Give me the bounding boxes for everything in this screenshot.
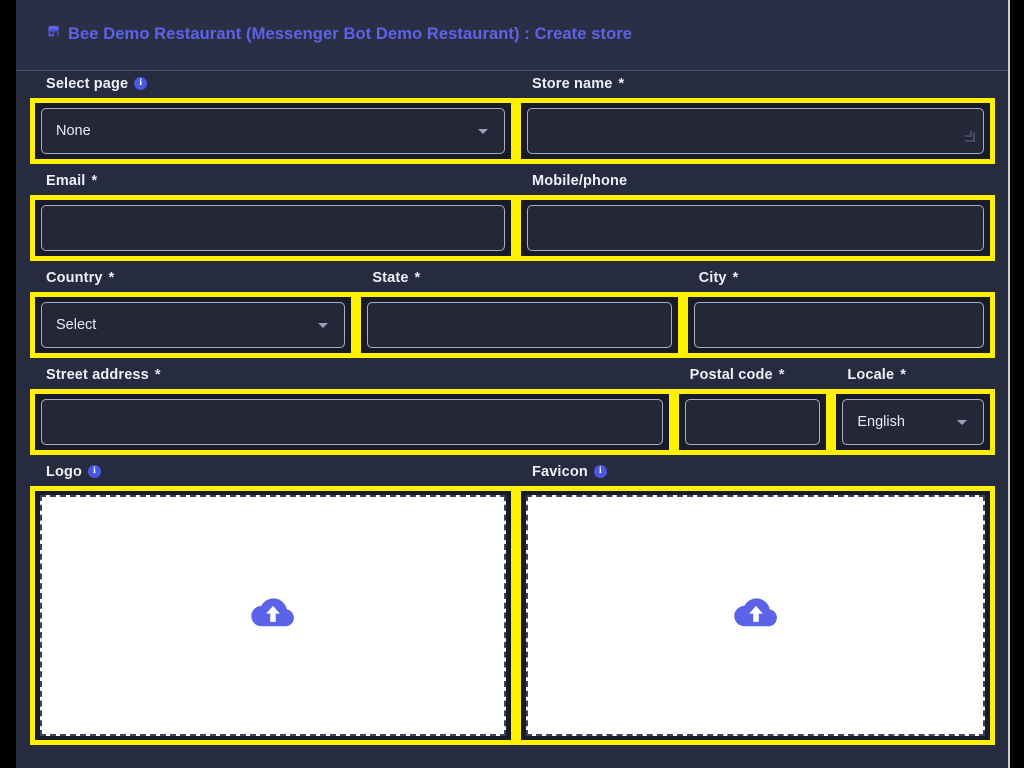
- label-logo: Logo i: [30, 459, 516, 486]
- highlight-box-store-name: [516, 98, 995, 164]
- label-select-page: Select page i: [30, 71, 516, 98]
- label-store-name: Store name *: [516, 71, 995, 98]
- highlight-box-favicon: [516, 486, 995, 745]
- label-text: Street address: [46, 367, 149, 383]
- required-marker: *: [900, 367, 906, 383]
- required-marker: *: [732, 270, 739, 286]
- label-text: Mobile/phone: [532, 173, 628, 189]
- form-field-logo: Logo i: [30, 459, 516, 745]
- label-email: Email *: [30, 168, 516, 195]
- highlight-box-city: [682, 292, 996, 358]
- label-text: Favicon: [532, 464, 588, 480]
- select-select-page[interactable]: None: [41, 108, 505, 154]
- highlight-box-mobile-phone: [516, 195, 995, 261]
- upload-dropzone-logo[interactable]: [40, 495, 506, 736]
- input-mobile-phone[interactable]: [527, 205, 984, 251]
- input-street-address[interactable]: [41, 399, 663, 445]
- required-marker: *: [154, 367, 161, 383]
- form-row: Logo i Favicon i: [30, 459, 995, 745]
- input-email[interactable]: [41, 205, 505, 251]
- label-city: City *: [683, 265, 995, 292]
- select-locale[interactable]: English: [842, 399, 984, 445]
- input-city[interactable]: [693, 302, 985, 348]
- scrollbar[interactable]: [1008, 0, 1010, 768]
- form-field-mobile-phone: Mobile/phone: [516, 168, 995, 261]
- label-text: Country: [46, 270, 103, 286]
- highlight-box-logo: [30, 486, 516, 745]
- label-text: Email: [46, 173, 86, 189]
- form-field-state: State *: [356, 265, 683, 358]
- required-marker: *: [108, 270, 115, 286]
- form-field-email: Email *: [30, 168, 516, 261]
- input-postal-code[interactable]: [684, 399, 821, 445]
- form-field-city: City *: [682, 265, 996, 358]
- screen-root: Bee Demo Restaurant (Messenger Bot Demo …: [0, 0, 1024, 768]
- highlight-box-locale: English: [831, 389, 995, 455]
- create-store-form: Select page i None Store name * Email * Mobile/…: [16, 71, 1009, 745]
- chevron-down-icon[interactable]: [478, 128, 488, 134]
- highlight-box-select-page: None: [30, 98, 516, 164]
- required-marker: *: [618, 76, 625, 92]
- info-icon[interactable]: i: [134, 77, 148, 90]
- form-row: Email * Mobile/phone: [30, 168, 995, 261]
- resize-grip-icon[interactable]: [965, 130, 975, 142]
- form-field-postal-code: Postal code *: [673, 362, 832, 455]
- breadcrumb: Bee Demo Restaurant (Messenger Bot Demo …: [46, 24, 632, 44]
- highlight-box-email: [30, 195, 516, 261]
- label-text: Postal code: [689, 367, 773, 383]
- label-country: Country *: [30, 265, 356, 292]
- cloud-upload-icon[interactable]: [250, 593, 296, 638]
- label-text: Logo: [46, 464, 83, 480]
- required-marker: *: [778, 367, 785, 383]
- highlight-box-street-address: [30, 389, 674, 455]
- label-mobile-phone: Mobile/phone: [516, 168, 995, 195]
- form-field-favicon: Favicon i: [516, 459, 995, 745]
- value-text: English: [857, 414, 905, 430]
- form-row: Street address * Postal code * Locale * Englis…: [30, 362, 995, 455]
- label-text: Store name: [532, 76, 613, 92]
- input-state[interactable]: [367, 302, 672, 348]
- value-text: None: [56, 123, 91, 139]
- required-marker: *: [91, 173, 98, 189]
- label-state: State *: [356, 265, 682, 292]
- value-text: Select: [56, 317, 97, 333]
- form-row: Select page i None Store name *: [30, 71, 995, 164]
- highlight-box-postal-code: [673, 389, 832, 455]
- label-postal-code: Postal code *: [674, 362, 832, 389]
- label-text: State: [372, 270, 409, 286]
- required-marker: *: [414, 270, 421, 286]
- label-favicon: Favicon i: [516, 459, 995, 486]
- app-viewport: Bee Demo Restaurant (Messenger Bot Demo …: [16, 0, 1009, 768]
- highlight-box-country: Select: [30, 292, 357, 358]
- label-text: City: [698, 270, 727, 286]
- cloud-upload-icon[interactable]: [733, 593, 779, 638]
- form-row: Country * Select State * City *: [30, 265, 996, 358]
- select-country[interactable]: Select: [41, 302, 346, 348]
- label-locale: Locale *: [831, 362, 995, 389]
- form-field-store-name: Store name *: [516, 71, 995, 164]
- input-store-name[interactable]: [527, 108, 984, 154]
- label-street-address: Street address *: [30, 362, 674, 389]
- page-header: Bee Demo Restaurant (Messenger Bot Demo …: [16, 0, 1009, 71]
- page-title: Bee Demo Restaurant (Messenger Bot Demo …: [68, 24, 633, 43]
- label-text: Select page: [46, 76, 129, 92]
- info-icon[interactable]: i: [88, 465, 102, 478]
- info-icon[interactable]: i: [593, 465, 607, 478]
- label-text: Locale: [847, 367, 895, 383]
- highlight-box-state: [356, 292, 683, 358]
- form-field-street-address: Street address *: [30, 362, 674, 455]
- form-field-select-page: Select page i None: [30, 71, 516, 164]
- chevron-down-icon[interactable]: [318, 322, 329, 328]
- shop-icon: [46, 24, 61, 44]
- chevron-down-icon[interactable]: [957, 419, 967, 425]
- upload-dropzone-favicon[interactable]: [526, 495, 985, 736]
- form-field-locale: Locale * English: [831, 362, 995, 455]
- form-field-country: Country * Select: [30, 265, 357, 358]
